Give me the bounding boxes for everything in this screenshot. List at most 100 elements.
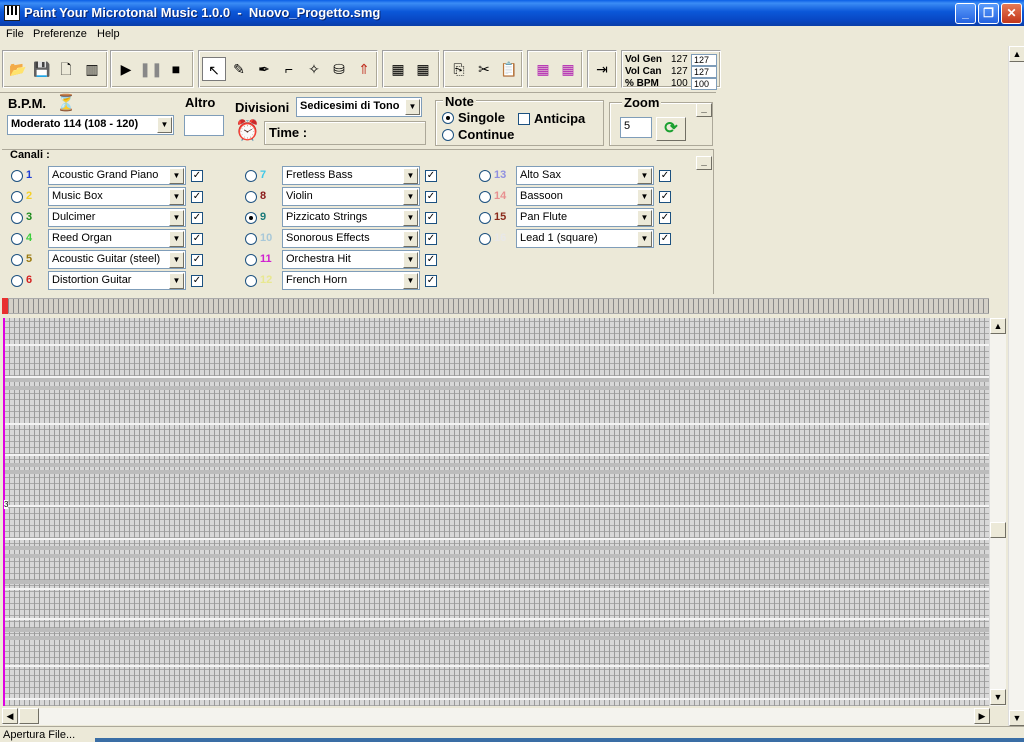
- channel-15-instrument-select[interactable]: Pan Flute ▼: [516, 208, 654, 227]
- horizontal-scrollbar[interactable]: ◀ ▶: [2, 708, 990, 725]
- eraser-icon[interactable]: ✧: [302, 57, 326, 81]
- channel-10-instrument-select[interactable]: Sonorous Effects ▼: [282, 229, 420, 248]
- chevron-down-icon[interactable]: ▼: [403, 168, 418, 184]
- refresh-zoom-button[interactable]: ⟳: [656, 117, 686, 141]
- pencil-icon[interactable]: ✎: [227, 57, 251, 81]
- window-vertical-scrollbar[interactable]: ▲ ▼: [1008, 46, 1024, 726]
- channel-11-instrument-select[interactable]: Orchestra Hit ▼: [282, 250, 420, 269]
- anticipa-checkbox[interactable]: [518, 113, 530, 125]
- channel-5-instrument-select[interactable]: Acoustic Guitar (steel) ▼: [48, 250, 186, 269]
- bpm-percent-input[interactable]: 100: [691, 78, 717, 90]
- channel-9-radio[interactable]: [245, 212, 257, 224]
- select-arrow-icon[interactable]: ↖: [202, 57, 226, 81]
- scroll-left-icon[interactable]: ◀: [2, 708, 18, 724]
- channel-9-instrument-select[interactable]: Pizzicato Strings ▼: [282, 208, 420, 227]
- channel-6-instrument-select[interactable]: Distortion Guitar ▼: [48, 271, 186, 290]
- window-scroll-down-icon[interactable]: ▼: [1009, 710, 1024, 726]
- playhead[interactable]: [3, 318, 5, 706]
- note-grid[interactable]: [4, 318, 989, 706]
- open-folder-icon[interactable]: 📂: [6, 57, 30, 81]
- channel-5-enable-checkbox[interactable]: ✓: [191, 254, 203, 266]
- menu-preferenze[interactable]: Preferenze: [33, 28, 87, 40]
- channel-13-enable-checkbox[interactable]: ✓: [659, 170, 671, 182]
- channel-4-radio[interactable]: [11, 233, 23, 245]
- channel-9-enable-checkbox[interactable]: ✓: [425, 212, 437, 224]
- brush-icon[interactable]: ⌐: [277, 57, 301, 81]
- collapse-top-button[interactable]: _: [696, 103, 712, 117]
- channel-10-enable-checkbox[interactable]: ✓: [425, 233, 437, 245]
- channel-1-instrument-select[interactable]: Acoustic Grand Piano ▼: [48, 166, 186, 185]
- channel-2-enable-checkbox[interactable]: ✓: [191, 191, 203, 203]
- chevron-down-icon[interactable]: ▼: [403, 189, 418, 205]
- cut-icon[interactable]: ✂: [472, 57, 496, 81]
- chevron-down-icon[interactable]: ▼: [637, 231, 652, 247]
- chevron-down-icon[interactable]: ▼: [157, 117, 172, 133]
- vol-can-input[interactable]: 127: [691, 66, 717, 78]
- bpm-select[interactable]: Moderato 114 (108 - 120) ▼: [7, 115, 174, 135]
- chevron-down-icon[interactable]: ▼: [169, 252, 184, 268]
- spray-icon[interactable]: ⇑: [352, 57, 376, 81]
- window-scroll-up-icon[interactable]: ▲: [1009, 46, 1024, 62]
- bucket-icon[interactable]: ⛁: [327, 57, 351, 81]
- channel-13-instrument-select[interactable]: Alto Sax ▼: [516, 166, 654, 185]
- channel-12-instrument-select[interactable]: French Horn ▼: [282, 271, 420, 290]
- channel-1-enable-checkbox[interactable]: ✓: [191, 170, 203, 182]
- channel-3-radio[interactable]: [11, 212, 23, 224]
- chevron-down-icon[interactable]: ▼: [169, 231, 184, 247]
- vertical-scrollbar[interactable]: ▲ ▼: [989, 318, 1006, 706]
- timeline-ruler[interactable]: [8, 298, 989, 314]
- chevron-down-icon[interactable]: ▼: [637, 210, 652, 226]
- track-insert-icon[interactable]: ▦: [531, 57, 555, 81]
- menu-file[interactable]: File: [6, 28, 24, 40]
- channel-10-radio[interactable]: [245, 233, 257, 245]
- metronome-icon[interactable]: ⏳: [56, 93, 76, 113]
- chevron-down-icon[interactable]: ▼: [403, 252, 418, 268]
- line-icon[interactable]: ✒: [252, 57, 276, 81]
- channel-6-enable-checkbox[interactable]: ✓: [191, 275, 203, 287]
- singole-radio[interactable]: [442, 112, 454, 124]
- zoom-input[interactable]: 5: [620, 117, 652, 138]
- channel-15-radio[interactable]: [479, 212, 491, 224]
- divisioni-select[interactable]: Sedicesimi di Tono ▼: [296, 97, 422, 117]
- chevron-down-icon[interactable]: ▼: [169, 168, 184, 184]
- chevron-down-icon[interactable]: ▼: [637, 168, 652, 184]
- channel-5-radio[interactable]: [11, 254, 23, 266]
- scroll-right-icon[interactable]: ▶: [974, 708, 990, 724]
- split-icon[interactable]: ⇥: [590, 57, 614, 81]
- channel-1-radio[interactable]: [11, 170, 23, 182]
- grid-view-icon[interactable]: ▦: [386, 57, 410, 81]
- channel-2-radio[interactable]: [11, 191, 23, 203]
- channel-4-enable-checkbox[interactable]: ✓: [191, 233, 203, 245]
- channel-16-instrument-select[interactable]: Lead 1 (square) ▼: [516, 229, 654, 248]
- scroll-thumb[interactable]: [990, 522, 1006, 538]
- channel-3-instrument-select[interactable]: Dulcimer ▼: [48, 208, 186, 227]
- channel-11-radio[interactable]: [245, 254, 257, 266]
- channel-11-enable-checkbox[interactable]: ✓: [425, 254, 437, 266]
- paste-icon[interactable]: 📋: [497, 57, 521, 81]
- channel-12-radio[interactable]: [245, 275, 257, 287]
- channel-2-instrument-select[interactable]: Music Box ▼: [48, 187, 186, 206]
- channel-8-instrument-select[interactable]: Violin ▼: [282, 187, 420, 206]
- chevron-down-icon[interactable]: ▼: [637, 189, 652, 205]
- chevron-down-icon[interactable]: ▼: [403, 273, 418, 289]
- channel-16-enable-checkbox[interactable]: ✓: [659, 233, 671, 245]
- pause-icon[interactable]: ❚❚: [139, 57, 163, 81]
- hscroll-thumb[interactable]: [19, 708, 39, 724]
- grid-alt-icon[interactable]: ▦: [411, 57, 435, 81]
- menu-help[interactable]: Help: [97, 28, 120, 40]
- channel-8-radio[interactable]: [245, 191, 257, 203]
- channel-7-enable-checkbox[interactable]: ✓: [425, 170, 437, 182]
- chevron-down-icon[interactable]: ▼: [169, 273, 184, 289]
- collapse-channels-button[interactable]: _: [696, 156, 712, 170]
- new-file-icon[interactable]: 🗋: [54, 57, 78, 81]
- altro-input[interactable]: [184, 115, 224, 136]
- chevron-down-icon[interactable]: ▼: [403, 231, 418, 247]
- restore-button[interactable]: ❐: [978, 3, 999, 24]
- close-button[interactable]: ✕: [1001, 3, 1022, 24]
- channel-8-enable-checkbox[interactable]: ✓: [425, 191, 437, 203]
- channel-6-radio[interactable]: [11, 275, 23, 287]
- chevron-down-icon[interactable]: ▼: [405, 99, 420, 115]
- channel-7-instrument-select[interactable]: Fretless Bass ▼: [282, 166, 420, 185]
- channel-7-radio[interactable]: [245, 170, 257, 182]
- channel-3-enable-checkbox[interactable]: ✓: [191, 212, 203, 224]
